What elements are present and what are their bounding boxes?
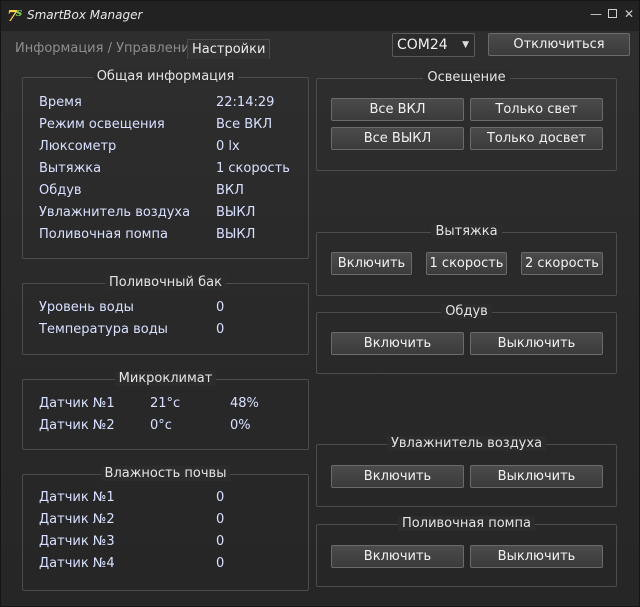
water-tank-title: Поливочный бак <box>105 275 226 290</box>
tab-info-control[interactable]: Информация / Управление <box>11 39 202 59</box>
lighting-title: Освещение <box>423 70 510 85</box>
soil-sensor-2-value: 0 <box>216 512 225 527</box>
luxmeter-value: 0 lx <box>216 139 240 154</box>
light-only-button[interactable]: Только свет <box>470 98 603 121</box>
climate-sensor-1-hum: 48% <box>230 396 259 411</box>
disconnect-button[interactable]: Отключиться <box>488 33 630 56</box>
soil-sensor-2-label: Датчик №2 <box>39 512 115 527</box>
water-level-value: 0 <box>216 300 225 315</box>
pump-on-button[interactable]: Включить <box>331 545 464 568</box>
exhaust-label: Вытяжка <box>39 161 102 176</box>
all-on-button[interactable]: Все ВКЛ <box>331 98 464 121</box>
exhaust-speed-1-button[interactable]: 1 скорость <box>426 252 507 275</box>
exhaust-speed-2-button[interactable]: 2 скорость <box>521 252 603 275</box>
app-window: 7s SmartBox Manager — ✕ Информация / Упр… <box>0 0 640 607</box>
soil-sensor-4-value: 0 <box>216 556 225 571</box>
port-select[interactable]: COM24 ▼ <box>392 33 475 57</box>
maximize-icon <box>607 9 617 18</box>
fan-title: Обдув <box>441 304 492 319</box>
water-tank-group: Поливочный бак Уровень воды 0 Температур… <box>22 275 309 355</box>
climate-sensor-2-temp: 0°c <box>150 418 172 433</box>
humidifier-label: Увлажнитель воздуха <box>39 205 191 220</box>
time-value: 22:14:29 <box>216 95 275 110</box>
soil-sensor-1-label: Датчик №1 <box>39 490 115 505</box>
soil-sensor-3-label: Датчик №3 <box>39 534 115 549</box>
logo-small: s <box>16 6 23 19</box>
microclimate-title: Микроклимат <box>114 371 217 386</box>
minimize-button[interactable]: — <box>589 7 603 21</box>
pump-value: ВЫКЛ <box>216 227 256 242</box>
tab-settings[interactable]: Настройки <box>187 39 271 59</box>
climate-sensor-2-hum: 0% <box>230 418 251 433</box>
title-bar: 7s SmartBox Manager — ✕ <box>1 1 639 31</box>
port-select-value: COM24 <box>397 37 448 53</box>
general-info-group: Общая информация Время 22:14:29 Режим ос… <box>22 69 309 259</box>
soil-sensor-3-value: 0 <box>216 534 225 549</box>
luxmeter-label: Люксометр <box>39 139 117 154</box>
fan-label: Обдув <box>39 183 82 198</box>
water-level-label: Уровень воды <box>39 300 134 315</box>
close-button[interactable]: ✕ <box>622 7 636 21</box>
fan-off-button[interactable]: Выключить <box>470 332 603 355</box>
soil-moisture-title: Влажность почвы <box>100 466 231 481</box>
lighting-group: Освещение <box>316 70 617 171</box>
microclimate-group: Микроклимат Датчик №1 21°c 48% Датчик №2… <box>22 371 309 450</box>
exhaust-on-button[interactable]: Включить <box>331 252 412 275</box>
soil-moisture-group: Влажность почвы Датчик №1 0 Датчик №2 0 … <box>22 466 309 591</box>
chevron-down-icon: ▼ <box>462 40 469 50</box>
water-temp-value: 0 <box>216 322 225 337</box>
light-mode-label: Режим освещения <box>39 117 165 132</box>
pump-label: Поливочная помпа <box>39 227 168 242</box>
exhaust-value: 1 скорость <box>216 161 290 176</box>
soil-sensor-1-value: 0 <box>216 490 225 505</box>
soil-sensor-4-label: Датчик №4 <box>39 556 115 571</box>
app-title: SmartBox Manager <box>27 8 143 22</box>
maximize-button[interactable] <box>605 7 619 21</box>
fan-value: ВКЛ <box>216 183 244 198</box>
humidifier-value: ВЫКЛ <box>216 205 256 220</box>
supplement-only-button[interactable]: Только досвет <box>470 127 603 150</box>
pump-off-button[interactable]: Выключить <box>470 545 603 568</box>
humidifier-on-button[interactable]: Включить <box>331 465 464 488</box>
pump-title: Поливочная помпа <box>398 516 535 531</box>
exhaust-title: Вытяжка <box>431 224 502 239</box>
humidifier-title: Увлажнитель воздуха <box>386 436 547 451</box>
climate-sensor-1-temp: 21°c <box>150 396 181 411</box>
app-logo-icon: 7s <box>7 6 25 25</box>
light-mode-value: Все ВКЛ <box>216 117 273 132</box>
fan-on-button[interactable]: Включить <box>331 332 464 355</box>
humidifier-off-button[interactable]: Выключить <box>470 465 603 488</box>
water-temp-label: Температура воды <box>39 322 168 337</box>
general-info-title: Общая информация <box>92 69 239 84</box>
climate-sensor-2-label: Датчик №2 <box>39 418 115 433</box>
all-off-button[interactable]: Все ВЫКЛ <box>331 127 464 150</box>
climate-sensor-1-label: Датчик №1 <box>39 396 115 411</box>
time-label: Время <box>39 95 82 110</box>
